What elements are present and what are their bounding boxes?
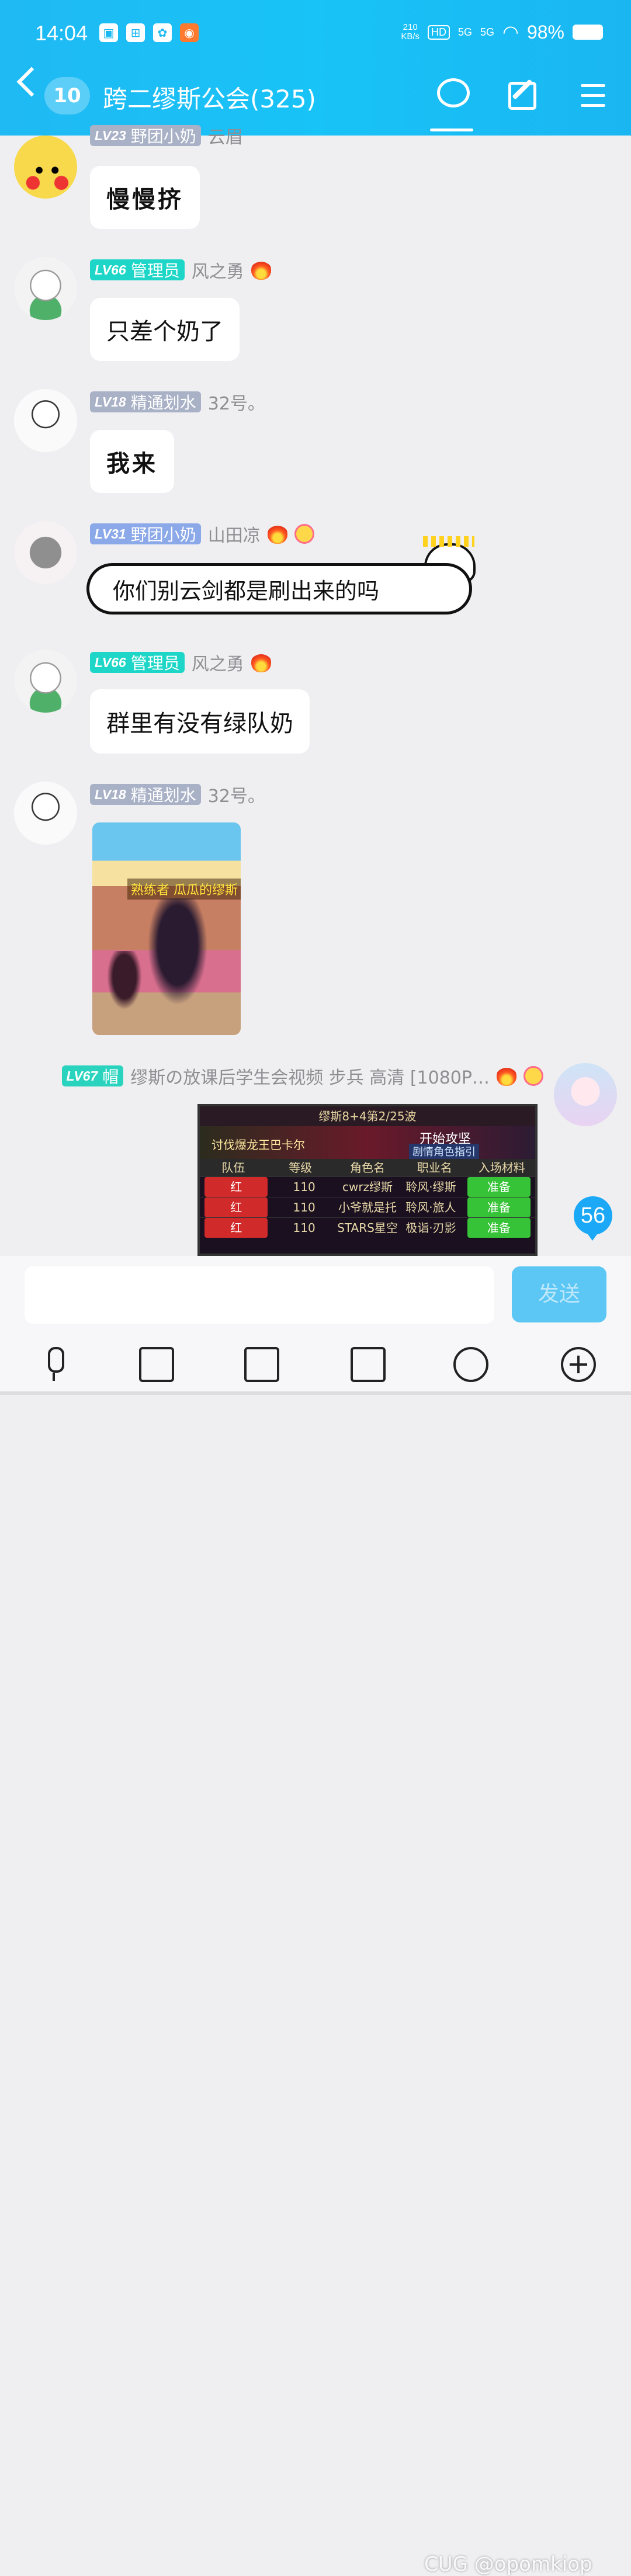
camera-icon[interactable] [244, 1347, 279, 1382]
red-packet-icon[interactable] [351, 1347, 386, 1382]
screenshot-banner: 讨伐爆龙王巴卡尔 开始攻坚 剧情角色指引 [200, 1126, 535, 1159]
watermark: CUG @opomkiop [424, 2553, 592, 2576]
battery-icon [573, 25, 603, 40]
fire-icon [251, 652, 271, 672]
new-messages-badge[interactable]: 56 [574, 1196, 612, 1241]
back-icon[interactable] [16, 67, 47, 97]
table-row: 红 110 STARS星空 极诣·刃影 准备 [200, 1217, 535, 1238]
image-message[interactable]: 熟练者 瓜瓜的缪斯 [92, 822, 241, 1035]
send-button[interactable]: 发送 [512, 1266, 606, 1322]
smile-icon [523, 1066, 543, 1086]
table-row: 红 110 cwrz缪斯 聆风·缪斯 准备 [200, 1176, 535, 1197]
avatar[interactable] [14, 136, 77, 199]
avatar[interactable] [14, 389, 77, 452]
message-bubble[interactable]: 只差个奶了 [90, 298, 240, 361]
header: 14:04 ▣ ⊞ ✿ ◉ 210 KB/s HD 5G 5G ◠ 98% 10 … [0, 0, 631, 136]
group-title[interactable]: 跨二缪斯公会(325) [103, 79, 316, 115]
bilibili-icon: ▣ [99, 23, 118, 42]
sender-meta: LV18 精通划水 32号。 [90, 389, 265, 415]
message-bubble[interactable]: 你们别云剑都是刷出来的吗 [86, 563, 472, 615]
status-right: 210 KB/s HD 5G 5G ◠ 98% [401, 21, 603, 43]
message-bubble[interactable]: 我来 [90, 430, 174, 493]
level-badge: LV18 精通划水 [90, 784, 201, 805]
sender-name[interactable]: 云眉 [208, 123, 243, 148]
level-badge: LV66 管理员 [90, 652, 185, 673]
image-icon[interactable] [139, 1347, 174, 1382]
fire-icon [267, 524, 287, 544]
hd-icon: HD [428, 25, 450, 40]
signal-icon-1: 5G [458, 26, 473, 38]
plus-icon[interactable]: + [561, 1347, 596, 1382]
avatar[interactable] [14, 521, 77, 584]
battery-percent: 98% [526, 21, 564, 43]
message-bubble[interactable]: 慢慢挤 [90, 166, 200, 229]
avatar[interactable] [14, 782, 77, 845]
level-badge: LV67 帽 [61, 1065, 124, 1086]
avatar[interactable] [14, 650, 77, 713]
sender-meta: LV67 帽 缪斯の放课后学生会视频 步兵 高清 [1080P… [61, 1063, 543, 1089]
character-figure [104, 951, 145, 1015]
sender-meta: LV23 野团小奶 云眉 [90, 123, 243, 148]
sender-meta: LV66 管理员 风之勇 [90, 257, 271, 283]
level-badge: LV66 管理员 [90, 259, 185, 280]
smile-icon [294, 524, 314, 544]
chat-bubble-icon[interactable] [437, 78, 470, 107]
active-tab-indicator [430, 129, 473, 131]
sender-meta: LV31 野团小奶 山田凉 [90, 521, 314, 547]
level-badge: LV31 野团小奶 [90, 523, 201, 544]
taobao-icon: ◉ [180, 23, 199, 42]
message-input[interactable] [25, 1266, 494, 1324]
table-row: 红 110 小爷就是托 聆风·旅人 准备 [200, 1197, 535, 1217]
fire-icon [251, 260, 271, 280]
image-caption: 熟练者 瓜瓜的缪斯 [127, 879, 241, 900]
gift-icon: ⊞ [126, 23, 145, 42]
sender-meta: LV66 管理员 风之勇 [90, 650, 271, 675]
avatar[interactable] [14, 257, 77, 320]
sender-name[interactable]: 缪斯の放课后学生会视频 步兵 高清 [1080P… [130, 1063, 490, 1089]
sender-name[interactable]: 风之勇 [192, 257, 244, 283]
status-time: 14:04 [35, 21, 88, 45]
screenshot-title: 缪斯8+4第2/25波 [200, 1106, 535, 1126]
my-avatar[interactable] [554, 1063, 617, 1126]
unread-count-badge[interactable]: 10 [44, 77, 90, 114]
home-indicator [0, 1391, 631, 1395]
menu-icon[interactable] [581, 84, 605, 114]
sender-name[interactable]: 山田凉 [208, 521, 261, 547]
wifi-icon: ◠ [502, 22, 519, 43]
fire-icon [497, 1066, 516, 1086]
sender-name[interactable]: 风之勇 [192, 650, 244, 675]
character-figure [143, 898, 213, 1015]
composer: 发送 + CUG @opomkiop [0, 1256, 631, 2576]
message-bubble[interactable]: 群里有没有绿队奶 [90, 689, 310, 754]
signal-icon-2: 5G [480, 26, 495, 38]
notification-icons: ▣ ⊞ ✿ ◉ [99, 23, 199, 42]
paw-icon: ✿ [153, 23, 172, 42]
sender-name[interactable]: 32号。 [208, 389, 265, 415]
net-speed: 210 KB/s [401, 22, 419, 41]
microphone-icon[interactable] [36, 1347, 71, 1382]
screenshot-table-header: 队伍 等级 角色名 职业名 入场材料 [200, 1159, 535, 1176]
level-badge: LV18 精通划水 [90, 391, 201, 412]
level-badge: LV23 野团小奶 [90, 125, 201, 146]
sender-name[interactable]: 32号。 [208, 782, 265, 807]
sender-meta: LV18 精通划水 32号。 [90, 782, 265, 807]
image-message-screenshot[interactable]: 缪斯8+4第2/25波 讨伐爆龙王巴卡尔 开始攻坚 剧情角色指引 队伍 等级 角色名… [197, 1104, 538, 1256]
emoji-icon[interactable] [453, 1347, 488, 1382]
